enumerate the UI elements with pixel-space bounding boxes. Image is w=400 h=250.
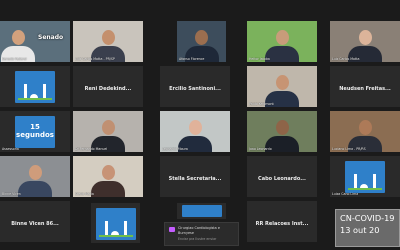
- video-tile[interactable]: RR Relacoes Inst...: [247, 201, 317, 242]
- video-tile[interactable]: [177, 203, 226, 219]
- video-tile[interactable]: Luciano Lima - PR/RS: [330, 111, 400, 152]
- tile-name: Assessoria: [2, 147, 19, 151]
- tile-center-name: Reni Dedekind...: [84, 86, 132, 92]
- tile-name: Joao Leonardo: [249, 147, 272, 151]
- session-badge: CN-COVID-19 13 out 20: [335, 209, 400, 247]
- session-title: CN-COVID-19: [340, 213, 395, 223]
- video-gallery: Senado Senado Federal Luiz Carlos Motta …: [0, 0, 400, 250]
- tile-name: Leonardo Moura: [162, 147, 188, 151]
- tile-name: Luiz Carlos Motta: [332, 57, 360, 61]
- video-tile[interactable]: Neudsen Freitas...: [330, 66, 400, 107]
- video-tile[interactable]: Stella Secretaria...: [160, 156, 230, 197]
- tile-name: Dr Fernando Manuel: [75, 147, 108, 151]
- video-tile[interactable]: Binne Vicen: [0, 156, 70, 197]
- chat-message-action[interactable]: Enviar pra Ilustre enviar: [178, 237, 216, 241]
- video-tile[interactable]: Dr Fernando Manuel: [73, 111, 143, 152]
- tile-name: Luciano Lima - PR/RS: [332, 147, 366, 151]
- tile-name: Luiz Carlos Motta - PR/SP: [75, 57, 115, 61]
- senado-logo: [181, 205, 222, 217]
- video-tile[interactable]: Joao Leonardo: [247, 111, 317, 152]
- timer-number: 15: [30, 123, 40, 131]
- tile-center-name: Ercilio Santinoni...: [169, 86, 221, 92]
- participant-avatar: [195, 30, 208, 45]
- senado-logo: [95, 208, 136, 240]
- participant-avatar: [11, 30, 25, 45]
- participant-avatar: [188, 120, 202, 135]
- participant-avatar: [28, 165, 42, 180]
- participant-avatar: [101, 30, 115, 45]
- participant-avatar: [358, 120, 372, 135]
- tile-center-name: RR Relacoes Inst...: [255, 221, 309, 227]
- participant-avatar: [101, 165, 115, 180]
- tile-center-name: Stella Secretaria...: [168, 176, 222, 182]
- participant-avatar: [275, 120, 289, 135]
- tile-center-name: Cabo Leonardo...: [258, 176, 306, 182]
- chat-notification[interactable]: Cirurgiao Cardiologista e Burnyese Envia…: [164, 222, 239, 246]
- video-tile[interactable]: [91, 203, 140, 243]
- tile-name: Senado Federal: [2, 57, 27, 61]
- chat-icon: [169, 227, 175, 232]
- participant-avatar: [275, 75, 289, 90]
- chat-message-body: Burnyese: [178, 231, 194, 235]
- video-tile[interactable]: Ercilio Santinoni...: [160, 66, 230, 107]
- senado-logo: [15, 71, 55, 103]
- video-tile[interactable]: Binne Vicen 86...: [0, 201, 70, 242]
- timer-card: 15 segundos: [15, 116, 55, 148]
- tile-name: Afonso Florence: [179, 57, 205, 61]
- video-tile[interactable]: [0, 66, 70, 107]
- video-tile[interactable]: Leonardo Moura: [160, 111, 230, 152]
- chat-message-title: Cirurgiao Cardiologista e: [178, 226, 220, 230]
- timer-unit: segundos: [16, 131, 54, 139]
- senado-overlay: Senado: [38, 34, 64, 41]
- tile-name: Stella Maria: [75, 192, 94, 196]
- video-tile[interactable]: Paulo Kedimont: [247, 66, 317, 107]
- tile-name: Binne Vicen: [2, 192, 21, 196]
- video-tile[interactable]: 15 segundos Assessoria: [0, 111, 70, 152]
- video-tile[interactable]: Cabo Leonardo...: [247, 156, 317, 197]
- video-tile[interactable]: Reni Dedekind...: [73, 66, 143, 107]
- video-tile[interactable]: Heitor Jatoba: [247, 21, 317, 62]
- tile-name: Heitor Jatoba: [249, 57, 270, 61]
- video-tile[interactable]: Luiz Carlos Motta - PR/SP: [73, 21, 143, 62]
- session-date: 13 out 20: [340, 225, 380, 235]
- video-tile[interactable]: Luiza Cano Lima: [330, 156, 400, 197]
- tile-name: Paulo Kedimont: [249, 102, 274, 106]
- senado-logo: [345, 161, 385, 193]
- participant-avatar: [358, 30, 372, 45]
- video-tile[interactable]: Senado Senado Federal: [0, 21, 70, 62]
- video-tile[interactable]: Luiz Carlos Motta: [330, 21, 400, 62]
- tile-center-name: Neudsen Freitas...: [339, 86, 391, 92]
- tile-name: Luiza Cano Lima: [332, 192, 359, 196]
- participant-avatar: [101, 120, 115, 135]
- participant-avatar: [275, 30, 289, 45]
- video-tile[interactable]: Stella Maria: [73, 156, 143, 197]
- tile-center-name: Binne Vicen 86...: [11, 221, 59, 227]
- video-tile[interactable]: Afonso Florence: [177, 21, 226, 62]
